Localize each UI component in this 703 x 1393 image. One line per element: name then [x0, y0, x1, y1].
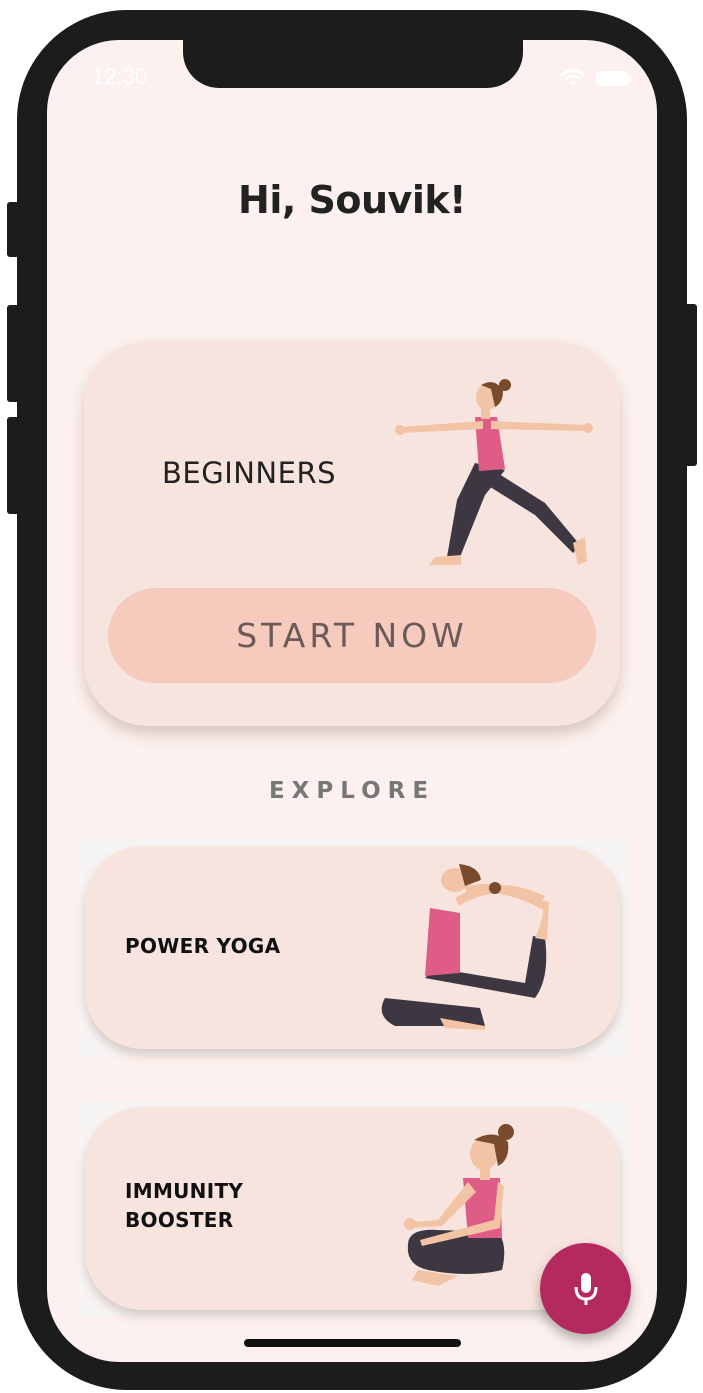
voice-search-button[interactable]	[540, 1243, 631, 1334]
microphone-icon	[574, 1272, 597, 1305]
explore-heading: EXPLORE	[268, 778, 436, 804]
power-yoga-title: POWER YOGA	[125, 934, 281, 958]
greeting-title: Hi, Souvik!	[238, 178, 466, 222]
beginners-title: BEGINNERS	[162, 456, 337, 490]
start-now-button[interactable]: START NOW	[108, 588, 596, 683]
wifi-icon	[562, 69, 585, 86]
notch	[183, 40, 523, 88]
status-icons	[562, 69, 631, 86]
immunity-booster-title-line2: BOOSTER	[125, 1208, 234, 1232]
immunity-booster-title-line1: IMMUNITY	[125, 1179, 244, 1203]
lotus-pose-figure	[404, 1124, 514, 1286]
status-time: 12:30	[92, 64, 148, 89]
home-indicator	[244, 1339, 461, 1347]
battery-icon	[596, 71, 631, 86]
king-pigeon-pose-figure	[381, 864, 549, 1030]
warrior-pose-figure	[395, 379, 593, 565]
